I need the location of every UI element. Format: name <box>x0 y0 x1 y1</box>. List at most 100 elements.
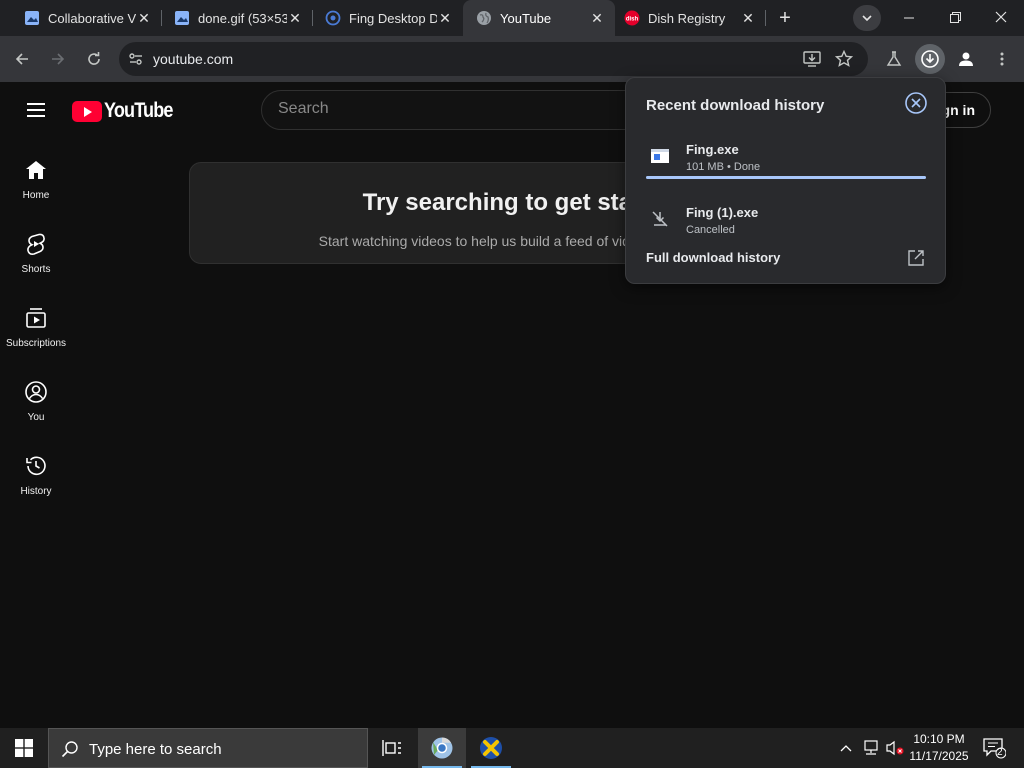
url-text: youtube.com <box>153 51 234 67</box>
youtube-search-input[interactable] <box>278 100 628 118</box>
close-tab-icon[interactable]: ✕ <box>589 10 605 26</box>
minimize-icon <box>903 17 914 18</box>
tab-collaborative[interactable]: Collaborative V ✕ <box>0 0 162 36</box>
image-icon <box>24 10 40 26</box>
x-app-icon <box>480 737 502 759</box>
tab-dish-registry[interactable]: dish Dish Registry ✕ <box>615 0 766 36</box>
guide-label: Subscriptions <box>5 338 67 349</box>
network-status[interactable] <box>860 728 882 768</box>
tab-youtube[interactable]: YouTube ✕ <box>463 0 615 36</box>
hamburger-icon <box>27 103 45 117</box>
back-button[interactable] <box>7 44 37 74</box>
chrome-menu-button[interactable] <box>987 44 1017 74</box>
bookmark-star-icon[interactable] <box>835 50 853 68</box>
close-tab-icon[interactable]: ✕ <box>437 10 453 26</box>
fing-icon <box>325 10 341 26</box>
open-external-icon[interactable] <box>907 249 925 267</box>
site-info-icon[interactable] <box>128 51 144 67</box>
start-button[interactable] <box>0 728 48 768</box>
tab-fing[interactable]: Fing Desktop D ✕ <box>313 0 463 36</box>
download-item[interactable]: Fing (1).exe Cancelled <box>626 197 947 247</box>
windows-logo-icon <box>15 739 33 757</box>
forward-button[interactable] <box>43 44 73 74</box>
person-icon <box>959 52 973 66</box>
youtube-logo[interactable]: YouTube <box>72 99 184 123</box>
download-status: 101 MB • Done <box>686 161 761 173</box>
guide-label: You <box>27 412 45 423</box>
tab-title: Collaborative V <box>48 10 136 26</box>
download-filename: Fing (1).exe <box>686 205 759 220</box>
close-bubble-icon[interactable] <box>905 92 927 114</box>
tab-search-button[interactable] <box>853 5 881 31</box>
downloads-button[interactable] <box>915 44 945 74</box>
youtube-search-box[interactable] <box>261 90 661 130</box>
taskbar-app-chrome[interactable] <box>418 728 466 768</box>
close-tab-icon[interactable]: ✕ <box>740 10 756 26</box>
home-icon <box>26 161 46 179</box>
install-app-icon[interactable] <box>803 51 821 67</box>
tab-strip: Collaborative V ✕ done.gif (53×53) ✕ Fin… <box>0 0 1024 36</box>
close-window-button[interactable] <box>978 0 1024 34</box>
clock-time: 10:10 PM <box>913 732 965 746</box>
taskbar-app-xmanager[interactable] <box>467 728 515 768</box>
task-view-icon <box>382 740 401 756</box>
action-center-button[interactable]: 2 <box>978 728 1010 768</box>
you-icon <box>25 381 47 403</box>
youtube-play-icon <box>72 100 102 122</box>
guide-item-you[interactable]: You <box>0 380 72 454</box>
flask-icon <box>886 51 902 66</box>
full-download-history-link[interactable]: Full download history <box>646 250 780 265</box>
tab-separator <box>765 10 766 26</box>
download-progress-bar <box>646 176 926 179</box>
download-cancelled-icon <box>652 211 668 227</box>
guide-item-home[interactable]: Home <box>0 158 72 232</box>
show-hidden-icons-button[interactable] <box>836 728 856 768</box>
close-tab-icon[interactable]: ✕ <box>287 10 303 26</box>
new-tab-button[interactable]: + <box>773 6 797 30</box>
close-icon <box>995 11 1007 23</box>
restore-icon <box>949 11 961 23</box>
download-filename: Fing.exe <box>686 142 739 157</box>
download-bubble-title: Recent download history <box>646 97 825 114</box>
volume-status[interactable] <box>884 728 906 768</box>
guide-item-subscriptions[interactable]: Subscriptions <box>0 306 72 380</box>
notification-count: 2 <box>997 747 1003 758</box>
guide-item-shorts[interactable]: Shorts <box>0 232 72 306</box>
windows-taskbar: Type here to search 10:10 PM 11/17/2025 … <box>0 728 1024 768</box>
taskbar-search-text: Type here to search <box>89 741 222 758</box>
download-icon <box>921 50 939 68</box>
tab-done-gif[interactable]: done.gif (53×53) ✕ <box>162 0 313 36</box>
tab-title: Dish Registry <box>648 10 726 26</box>
guide-label: Home <box>22 190 50 201</box>
chevron-down-icon <box>862 15 872 22</box>
search-icon <box>61 741 78 758</box>
tab-title: Fing Desktop D <box>349 10 437 26</box>
shorts-icon <box>27 233 45 255</box>
more-vert-icon <box>1000 52 1004 66</box>
reload-icon <box>88 52 100 65</box>
chevron-up-icon <box>840 745 852 752</box>
download-progress-fill <box>646 176 926 179</box>
restore-button[interactable] <box>932 0 978 34</box>
guide-item-history[interactable]: History <box>0 454 72 528</box>
system-clock[interactable]: 10:10 PM 11/17/2025 <box>904 731 974 765</box>
address-bar[interactable]: youtube.com <box>119 42 868 76</box>
close-tab-icon[interactable]: ✕ <box>136 10 152 26</box>
download-status: Cancelled <box>686 224 735 236</box>
profile-button[interactable] <box>951 44 981 74</box>
taskbar-search-box[interactable]: Type here to search <box>48 728 368 768</box>
dish-icon: dish <box>624 10 640 26</box>
network-icon <box>864 740 878 755</box>
reload-button[interactable] <box>79 44 109 74</box>
youtube-logo-text: YouTube <box>104 99 173 122</box>
clock-date: 11/17/2025 <box>909 749 969 763</box>
labs-button[interactable] <box>879 44 909 74</box>
task-view-button[interactable] <box>368 728 416 768</box>
volume-muted-icon <box>886 740 904 756</box>
tab-title: YouTube <box>500 10 552 26</box>
guide-label: Shorts <box>21 264 51 275</box>
subscriptions-icon <box>26 308 46 328</box>
minimize-button[interactable] <box>886 0 932 34</box>
guide-menu-button[interactable] <box>22 96 50 124</box>
globe-icon <box>476 10 492 26</box>
